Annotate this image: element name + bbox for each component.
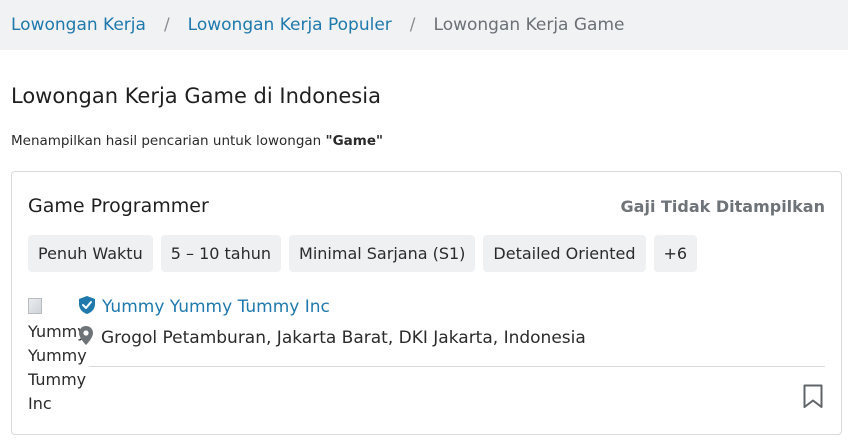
breadcrumb-item-lowongan-kerja-populer[interactable]: Lowongan Kerja Populer — [188, 15, 392, 35]
breadcrumb-item-lowongan-kerja[interactable]: Lowongan Kerja — [11, 15, 146, 35]
tag-more[interactable]: +6 — [653, 235, 698, 272]
bookmark-icon[interactable] — [803, 384, 823, 413]
logo-alt-line: Inc — [28, 394, 52, 413]
logo-alt-line: Yummy — [28, 322, 87, 341]
page-title: Lowongan Kerja Game di Indonesia — [11, 84, 381, 108]
tag-education: Minimal Sarjana (S1) — [289, 235, 476, 272]
tag-employment-type: Penuh Waktu — [28, 235, 153, 272]
logo-alt-line: Yummy — [28, 346, 87, 365]
breadcrumb-separator: / — [163, 15, 170, 35]
results-prefix: Menampilkan hasil pencarian untuk lowong… — [11, 133, 326, 149]
search-results-summary: Menampilkan hasil pencarian untuk lowong… — [11, 133, 383, 149]
card-divider — [89, 366, 825, 367]
job-location: Grogol Petamburan, Jakarta Barat, DKI Ja… — [101, 327, 586, 348]
logo-alt-line: Tummy — [28, 370, 87, 389]
tag-skill: Detailed Oriented — [483, 235, 646, 272]
company-name-link[interactable]: Yummy Yummy Tummy Inc — [102, 297, 330, 317]
map-pin-icon — [79, 326, 93, 349]
job-title[interactable]: Game Programmer — [28, 195, 209, 217]
job-tags: Penuh Waktu 5 – 10 tahun Minimal Sarjana… — [28, 235, 698, 272]
breadcrumb-item-current: Lowongan Kerja Game — [433, 15, 625, 35]
job-card[interactable]: Game Programmer Gaji Tidak Ditampilkan P… — [11, 171, 842, 435]
breadcrumb-separator: / — [409, 15, 416, 35]
results-query: "Game" — [325, 133, 384, 149]
verified-shield-icon — [79, 296, 95, 318]
company-row: Yummy Yummy Tummy Inc — [79, 296, 330, 318]
breadcrumb: Lowongan Kerja / Lowongan Kerja Populer … — [0, 0, 848, 50]
location-row: Grogol Petamburan, Jakarta Barat, DKI Ja… — [79, 326, 586, 349]
broken-image-icon — [28, 298, 42, 314]
salary-label: Gaji Tidak Ditampilkan — [620, 197, 825, 216]
tag-experience: 5 – 10 tahun — [160, 235, 282, 272]
